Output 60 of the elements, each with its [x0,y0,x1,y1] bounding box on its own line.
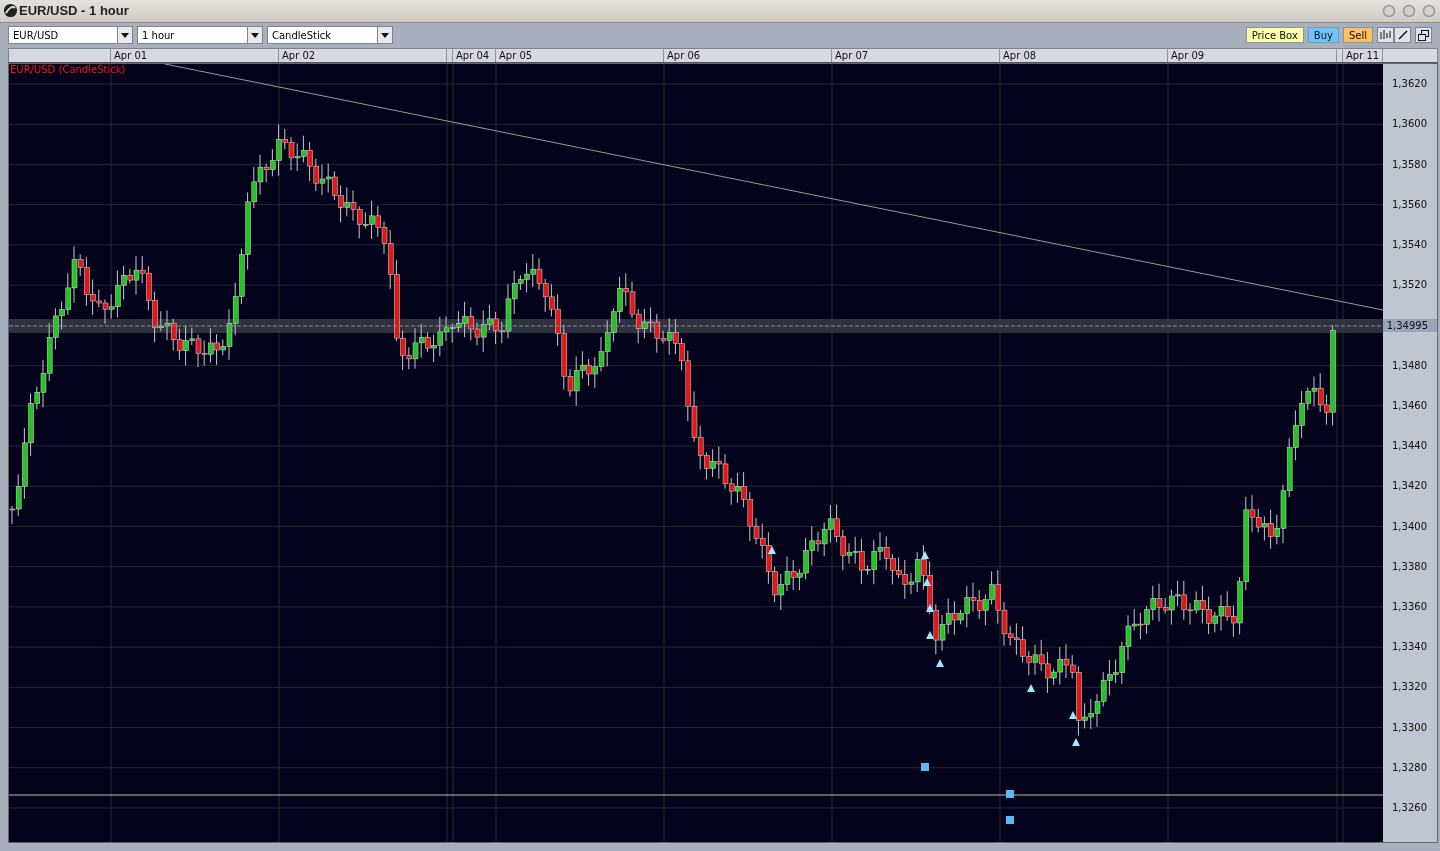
dropdown[interactable]: 1 hour [137,26,263,45]
maximize-button[interactable] [1402,3,1416,18]
caret-icon [121,32,129,38]
axis-label: 1,3360 [1392,600,1428,613]
triangle-marker-icon [921,551,929,559]
square-marker-icon [921,763,929,771]
square-marker-icon [1006,816,1014,824]
axis-label: 1,3280 [1392,761,1428,774]
date-label: Apr 05 [496,49,664,62]
sell-button[interactable]: Sell [1342,27,1373,44]
detach-window-button[interactable] [1415,27,1432,44]
square-marker-icon [1006,790,1014,798]
triangle-marker-icon [1069,711,1077,719]
triangle-marker-icon [926,604,934,612]
triangle-marker-icon [1027,684,1035,692]
date-label: Apr 07 [832,49,1000,62]
bar-chart-icon [1380,30,1391,41]
close-button[interactable] [1422,3,1436,18]
date-label: Apr 04 [453,49,496,62]
price-box-button[interactable]: Price Box [1245,27,1304,44]
caret-icon [251,32,259,38]
triangle-marker-icon [923,578,931,586]
triangle-marker-icon [1072,738,1080,746]
date-label: Apr 06 [664,49,832,62]
date-label: Apr 11 [1343,49,1383,62]
axis-label: 1,3460 [1392,399,1428,412]
draw-line-button[interactable] [1394,27,1411,44]
window-title: EUR/USD - 1 hour [19,3,130,19]
minimize-button[interactable] [1382,3,1396,18]
axis-label: 1,3440 [1392,440,1428,453]
axis-label: 1,3520 [1392,279,1428,292]
dropdown[interactable]: CandleStick [267,26,393,45]
axis-label: 1,3480 [1392,359,1428,372]
date-label: Apr 01 [111,49,279,62]
axis-label: 1,3340 [1392,641,1428,654]
axis-label: 1,3260 [1392,802,1428,815]
globe-icon [3,3,18,19]
date-label: Apr 02 [279,49,447,62]
triangle-marker-icon [768,546,776,554]
axis-label: 1,3580 [1392,158,1428,171]
axis-label: 1,3420 [1392,480,1428,493]
caret-icon [381,32,389,38]
axis-label: 1,3560 [1392,198,1428,211]
current-price-label: 1,34995 [1383,319,1437,332]
triangle-marker-icon [926,631,934,639]
axis-label: 1,3300 [1392,721,1428,734]
axis-label: 1,3600 [1392,118,1428,131]
date-label: Apr 08 [1000,49,1168,62]
buy-button[interactable]: Buy [1307,27,1339,44]
axis-label: 1,3320 [1392,681,1428,694]
axis-label: 1,3400 [1392,520,1428,533]
line-tool-icon [1397,30,1408,41]
axis-label: 1,3620 [1392,78,1428,91]
dropdown[interactable]: EUR/USD [8,26,133,45]
axis-label: 1,3540 [1392,239,1428,251]
windows-icon [1418,29,1429,41]
date-label: Apr 09 [1168,49,1337,62]
triangle-marker-icon [936,659,944,667]
axis-label: 1,3380 [1392,560,1428,573]
chart-legend: EUR/USD (CandleStick) [10,64,126,75]
